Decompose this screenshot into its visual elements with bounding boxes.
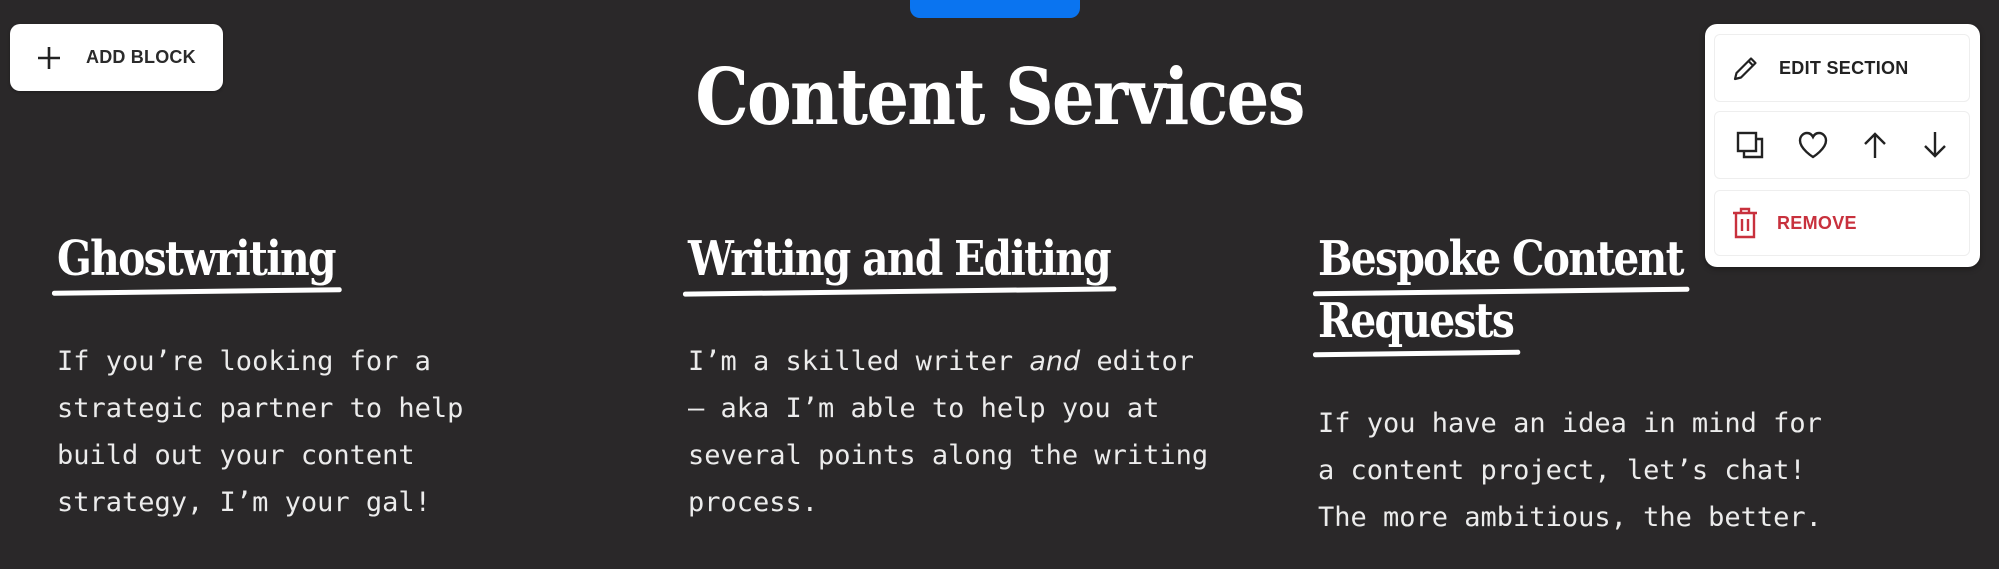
section-actions xyxy=(1714,111,1970,179)
desc-emphasis: and xyxy=(1029,346,1081,377)
section-menu: EDIT SECTION REMOVE xyxy=(1705,24,1980,267)
section-title: Content Services xyxy=(695,52,1305,143)
edit-section-button[interactable]: EDIT SECTION xyxy=(1714,34,1970,102)
remove-label: REMOVE xyxy=(1777,212,1857,233)
arrow-down-icon[interactable] xyxy=(1921,130,1949,160)
duplicate-icon[interactable] xyxy=(1735,130,1765,160)
heart-icon[interactable] xyxy=(1797,130,1829,160)
plus-icon xyxy=(38,46,60,69)
service-heading: Ghostwriting xyxy=(57,228,533,290)
service-description: I’m a skilled writer and editor — aka I’… xyxy=(688,338,1288,526)
arrow-up-icon[interactable] xyxy=(1861,130,1889,160)
heading-line: Writing and Editing xyxy=(688,228,1112,290)
heading-line: Ghostwriting xyxy=(57,228,336,290)
pencil-icon xyxy=(1733,57,1757,81)
heading-line: Requests xyxy=(1318,290,1515,352)
service-description: If you’re looking for a strategic partne… xyxy=(57,346,464,518)
service-column: Ghostwriting If you’re looking for a str… xyxy=(57,228,617,526)
desc-text: I’m a skilled writer xyxy=(688,346,1030,377)
edit-section-label: EDIT SECTION xyxy=(1779,57,1909,78)
service-description: If you have an idea in mind for a conten… xyxy=(1318,408,1822,533)
service-column: Writing and Editing I’m a skilled writer… xyxy=(688,228,1288,526)
heading-line: Bespoke Content xyxy=(1318,228,1684,290)
remove-section-button[interactable]: REMOVE xyxy=(1714,190,1970,256)
service-column: Bespoke Content Requests If you have an i… xyxy=(1318,228,1918,541)
top-tab[interactable] xyxy=(910,0,1080,18)
trash-icon xyxy=(1733,207,1757,239)
service-heading: Writing and Editing xyxy=(688,228,1198,290)
